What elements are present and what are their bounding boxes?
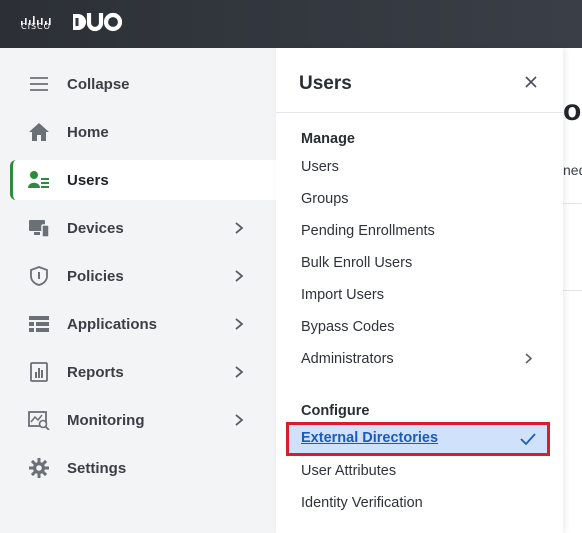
chevron-right-icon: [235, 222, 244, 234]
chevron-right-icon: [235, 270, 244, 282]
monitoring-icon: [28, 411, 50, 430]
shield-icon: [30, 266, 48, 286]
close-icon[interactable]: [524, 75, 538, 89]
cisco-wordmark: CISCO: [21, 22, 51, 31]
section-heading-configure: Configure: [301, 403, 370, 419]
sidebar-item-label: Home: [67, 123, 109, 141]
devices-icon: [29, 220, 50, 238]
menu-item-bulk-enroll-users[interactable]: Bulk Enroll Users: [301, 255, 412, 271]
sidebar-item-label: Settings: [67, 459, 127, 477]
sidebar-item-label: Devices: [67, 219, 124, 237]
sidebar-item-label: Reports: [67, 363, 124, 381]
sidebar-item-users[interactable]: Users: [10, 160, 276, 200]
sidebar-item-label: Policies: [67, 267, 124, 285]
users-icon: [28, 171, 49, 188]
menu-item-pending-enrollments[interactable]: Pending Enrollments: [301, 223, 435, 239]
applications-icon: [29, 316, 49, 332]
menu-item-users[interactable]: Users: [301, 159, 339, 175]
page-subtitle-partial: ned: [563, 162, 582, 178]
menu-item-identity-verification[interactable]: Identity Verification: [301, 495, 423, 511]
panel-title: Users: [299, 73, 352, 94]
sidebar-item-policies[interactable]: Policies: [10, 256, 276, 296]
chevron-right-icon: [235, 366, 244, 378]
sidebar-item-label: Collapse: [67, 75, 130, 93]
sidebar-item-home[interactable]: Home: [10, 112, 276, 152]
sidebar-item-settings[interactable]: Settings: [10, 448, 276, 488]
hamburger-icon: [30, 77, 48, 91]
sidebar-item-label: Applications: [67, 315, 158, 333]
sidebar-item-devices[interactable]: Devices: [10, 208, 276, 248]
divider: [563, 203, 582, 204]
menu-item-user-attributes[interactable]: User Attributes: [301, 463, 396, 479]
users-menu-panel: Users Manage Users Groups Pending Enroll…: [276, 48, 563, 533]
sidebar-item-label: Users: [67, 171, 109, 189]
chevron-right-icon: [235, 414, 244, 426]
section-heading-manage: Manage: [301, 131, 355, 147]
chevron-right-icon: [235, 318, 244, 330]
home-icon: [29, 123, 49, 141]
sidebar-item-monitoring[interactable]: Monitoring: [10, 400, 276, 440]
menu-item-import-users[interactable]: Import Users: [301, 287, 384, 303]
gear-icon: [29, 458, 49, 478]
divider: [276, 112, 563, 113]
reports-icon: [30, 362, 48, 382]
sidebar: Collapse Home Users Devices Policies App…: [0, 48, 276, 533]
menu-item-label[interactable]: External Directories: [301, 430, 438, 446]
sidebar-item-reports[interactable]: Reports: [10, 352, 276, 392]
menu-item-bypass-codes[interactable]: Bypass Codes: [301, 319, 395, 335]
sidebar-item-applications[interactable]: Applications: [10, 304, 276, 344]
page-title-partial: ori: [563, 94, 582, 127]
menu-item-groups[interactable]: Groups: [301, 191, 349, 207]
checkmark-icon: [520, 433, 536, 446]
menu-item-external-directories[interactable]: External Directories: [286, 422, 550, 456]
sidebar-item-label: Monitoring: [67, 411, 145, 429]
menu-item-administrators[interactable]: Administrators: [301, 351, 394, 367]
chevron-right-icon[interactable]: [524, 352, 533, 365]
duo-logo[interactable]: [70, 12, 122, 32]
top-bar: CISCO: [0, 0, 582, 48]
sidebar-item-collapse[interactable]: Collapse: [10, 64, 276, 104]
divider: [563, 290, 582, 291]
